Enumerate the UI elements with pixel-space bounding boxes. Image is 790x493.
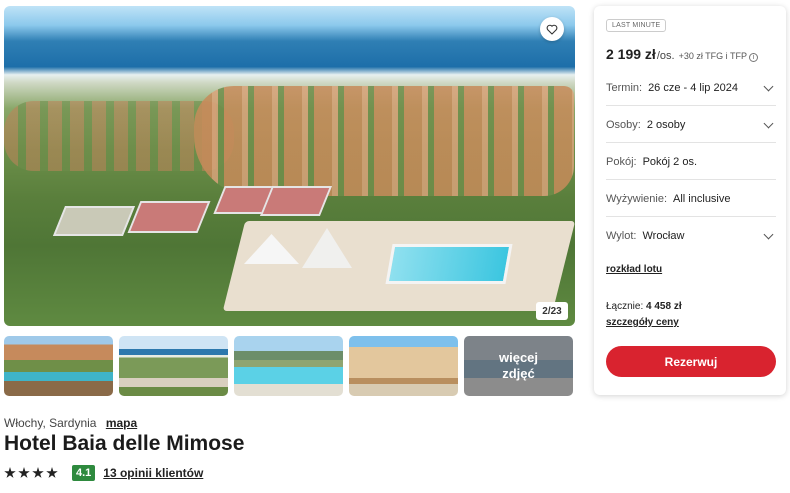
room-label: Pokój: [606,155,637,168]
reviews-link[interactable]: 13 opinii klientów [103,466,203,480]
total-label: Łącznie: [606,301,644,312]
thumbnail-strip: więcej zdjęć [4,336,573,396]
thumbnail[interactable] [234,336,343,396]
board-selector[interactable]: Wyżywienie: All inclusive [606,181,776,217]
price-unit: /os. [656,50,675,62]
last-minute-badge: LAST MINUTE [606,19,667,32]
favorite-button[interactable] [540,17,564,41]
review-score: 4.1 [72,465,96,481]
photo-detail [194,86,574,196]
departure-value: Wrocław [642,230,685,242]
rating-row: 4.1 13 opinii klientów [4,465,203,481]
board-label: Wyżywienie: [606,192,668,205]
term-selector[interactable]: Termin: 26 cze - 4 lip 2024 [606,70,776,106]
total-price: Łącznie: 4 458 zł [606,301,682,312]
term-value: 26 cze - 4 lip 2024 [648,81,738,94]
chevron-down-icon [763,229,774,240]
star-icon [18,467,30,478]
info-icon[interactable]: i [749,53,758,62]
more-photos-overlay: więcej zdjęć [464,336,573,396]
chevron-down-icon [763,118,774,129]
photo-detail [259,186,333,216]
map-link[interactable]: mapa [106,416,137,430]
departure-label: Wylot: [606,230,637,242]
room-value: Pokój 2 os. [642,155,697,168]
departure-selector[interactable]: Wylot: Wrocław [606,218,776,254]
persons-label: Osoby: [606,118,641,131]
book-button[interactable]: Rezerwuj [606,346,776,377]
price-extra: +30 zł TFG i TFP [678,51,747,61]
star-rating [4,467,58,479]
thumbnail[interactable] [119,336,228,396]
heart-icon [546,24,558,35]
location: Włochy, Sardynia mapa [4,416,137,430]
flight-schedule-link[interactable]: rozkład lotu [606,264,662,275]
booking-panel: LAST MINUTE 2 199 zł /os. +30 zł TFG i T… [594,6,786,395]
photo-detail [127,201,211,233]
price: 2 199 zł [606,46,656,62]
star-icon [4,467,16,478]
room-selector[interactable]: Pokój: Pokój 2 os. [606,144,776,180]
more-photos-label: więcej zdjęć [498,350,539,381]
main-photo[interactable] [4,6,575,326]
price-row: 2 199 zł /os. +30 zł TFG i TFP i [606,46,758,62]
thumbnail[interactable] [4,336,113,396]
hotel-name: Hotel Baia delle Mimose [4,432,245,455]
star-icon [46,467,58,478]
more-photos-thumbnail[interactable]: więcej zdjęć [464,336,573,396]
location-text: Włochy, Sardynia [4,416,97,430]
photo-counter: 2/23 [536,302,568,320]
thumbnail[interactable] [349,336,458,396]
term-label: Termin: [606,81,643,94]
chevron-down-icon [763,81,774,92]
star-icon [32,467,44,478]
persons-selector[interactable]: Osoby: 2 osoby [606,107,776,143]
total-value: 4 458 zł [646,301,682,312]
price-details-link[interactable]: szczegóły ceny [606,317,679,328]
board-value: All inclusive [673,192,731,205]
persons-value: 2 osoby [646,118,686,131]
photo-detail [52,206,136,236]
photo-detail [385,244,513,284]
